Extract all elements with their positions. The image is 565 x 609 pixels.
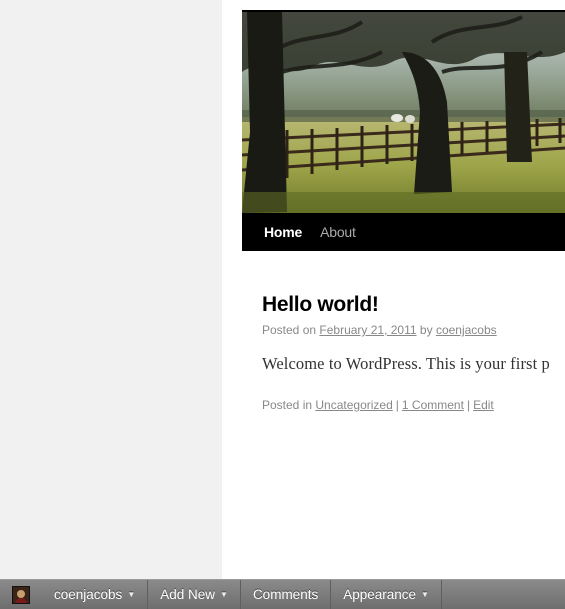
nav-item-about[interactable]: About bbox=[302, 224, 356, 240]
author-link[interactable]: coenjacobs bbox=[436, 323, 497, 337]
main-navigation: Home About bbox=[242, 213, 565, 251]
admin-bar-comments-label: Comments bbox=[252, 587, 319, 602]
nav-item-home[interactable]: Home bbox=[242, 224, 302, 240]
entry-meta: Posted on February 21, 2011 by coenjacob… bbox=[262, 323, 565, 337]
by-label: by bbox=[419, 323, 433, 337]
entry-utility: Posted in Uncategorized | 1 Comment | Edit bbox=[262, 398, 565, 412]
admin-bar-user-menu[interactable]: coenjacobs ▼ bbox=[42, 580, 149, 609]
comments-link[interactable]: 1 Comment bbox=[402, 398, 464, 412]
admin-bar-add-new-label: Add New bbox=[160, 587, 216, 602]
admin-bar-appearance-menu[interactable]: Appearance ▼ bbox=[331, 580, 442, 609]
post: Hello world! Posted on February 21, 2011… bbox=[262, 292, 565, 412]
page-content: Home About Hello world! Posted on Februa… bbox=[222, 0, 565, 579]
caret-down-icon: ▼ bbox=[220, 590, 228, 599]
caret-down-icon: ▼ bbox=[127, 590, 136, 599]
admin-bar-user-label: coenjacobs bbox=[54, 587, 123, 602]
separator: | bbox=[395, 398, 399, 412]
entry-content: Welcome to WordPress. This is your first… bbox=[262, 354, 550, 373]
post-date-link[interactable]: February 21, 2011 bbox=[319, 323, 416, 337]
avatar bbox=[12, 585, 30, 604]
admin-bar: coenjacobs ▼ Add New ▼ Comments Appearan… bbox=[0, 579, 565, 609]
admin-bar-appearance-label: Appearance bbox=[343, 587, 417, 602]
edit-link[interactable]: Edit bbox=[473, 398, 494, 412]
admin-bar-avatar-item[interactable] bbox=[0, 580, 42, 609]
posted-on-label: Posted on bbox=[262, 323, 317, 337]
post-title[interactable]: Hello world! bbox=[262, 292, 565, 318]
header-image bbox=[242, 12, 565, 213]
caret-down-icon: ▼ bbox=[421, 590, 429, 599]
posted-in-label: Posted in bbox=[262, 398, 313, 412]
category-link[interactable]: Uncategorized bbox=[315, 398, 392, 412]
admin-bar-comments-item[interactable]: Comments bbox=[241, 580, 332, 609]
admin-bar-add-new-menu[interactable]: Add New ▼ bbox=[148, 580, 241, 609]
separator: | bbox=[466, 398, 471, 412]
